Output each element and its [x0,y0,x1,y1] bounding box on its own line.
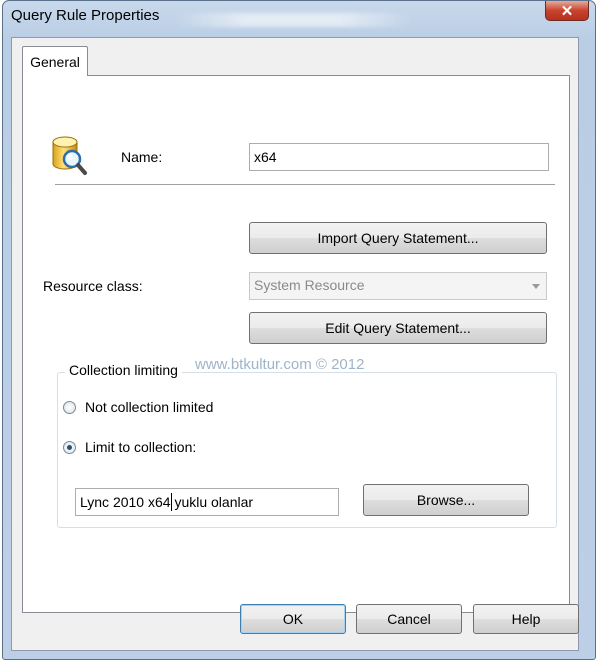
resource-class-label: Resource class: [43,278,143,294]
tab-general[interactable]: General [22,46,88,76]
help-button[interactable]: Help [473,604,579,634]
text-caret [171,493,172,511]
watermark: www.btkultur.com © 2012 [195,356,365,373]
database-search-icon [52,136,87,175]
close-button[interactable]: ✕ [545,1,589,21]
name-label: Name: [121,149,163,165]
separator [55,184,555,186]
radio-not-collection-limited[interactable] [63,401,76,414]
resource-class-select[interactable]: System Resource [249,272,547,300]
resource-class-value: System Resource [254,277,365,293]
titlebar-glass-shine [173,13,413,27]
collection-limiting-title: Collection limiting [65,362,182,378]
dialog-client-area: General Name: x64 Import Query Statement… [11,37,579,651]
chevron-down-icon [532,284,540,289]
browse-button[interactable]: Browse... [363,484,529,516]
radio-not-collection-limited-label[interactable]: Not collection limited [85,399,213,415]
cancel-button[interactable]: Cancel [356,604,462,634]
name-input-value: x64 [254,149,277,165]
tab-general-label: General [30,53,80,70]
close-icon: ✕ [560,2,574,20]
name-input[interactable]: x64 [249,143,549,171]
radio-limit-to-collection-label[interactable]: Limit to collection: [85,439,196,455]
ok-button[interactable]: OK [240,604,346,634]
dialog-window: Query Rule Properties ✕ General Name: x6… [2,0,596,660]
collection-input-value: Lync 2010 x64 yuklu olanlar [80,494,254,510]
window-title: Query Rule Properties [11,7,160,24]
radio-limit-to-collection[interactable] [63,441,76,454]
import-query-statement-button[interactable]: Import Query Statement... [249,222,547,254]
general-tab-panel: Name: x64 Import Query Statement... Reso… [22,75,570,613]
edit-query-statement-button[interactable]: Edit Query Statement... [249,312,547,344]
collection-input[interactable]: Lync 2010 x64 yuklu olanlar [75,488,339,516]
